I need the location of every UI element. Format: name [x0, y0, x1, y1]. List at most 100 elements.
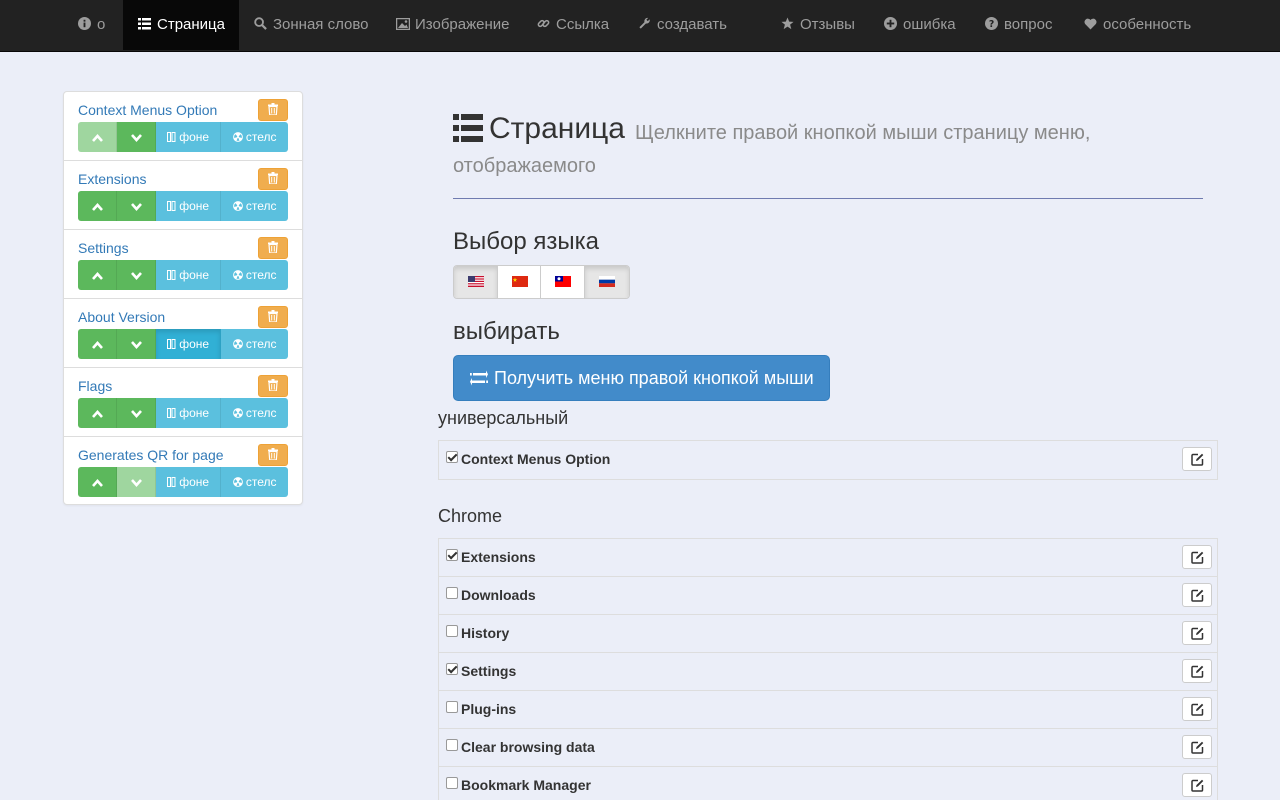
- edit-button[interactable]: [1182, 447, 1212, 471]
- nav-item-question[interactable]: ? вопрос: [985, 0, 1052, 50]
- nav-item-keyword[interactable]: Зонная слово: [254, 0, 369, 50]
- trash-icon: [268, 103, 278, 116]
- nav-label: создавать: [657, 16, 727, 33]
- item-actions: фоне стелс: [78, 191, 288, 221]
- cn-flag-icon: [511, 276, 528, 287]
- lang-zh-tw-button[interactable]: [541, 266, 585, 298]
- stealth-label: стелс: [245, 130, 277, 144]
- option-checkbox[interactable]: [446, 777, 458, 789]
- delete-item-button[interactable]: [258, 375, 288, 397]
- wrench-icon: [638, 0, 650, 50]
- nav-item-bug[interactable]: ошибка: [884, 0, 956, 50]
- question-icon: ?: [985, 0, 998, 50]
- item-actions: фоне стелс: [78, 122, 288, 152]
- lang-en-button[interactable]: [454, 266, 498, 298]
- delete-item-button[interactable]: [258, 99, 288, 121]
- edit-button[interactable]: [1182, 621, 1212, 645]
- background-label: фоне: [179, 130, 210, 144]
- trash-icon: [268, 448, 278, 461]
- radiation-icon: [232, 130, 243, 144]
- background-button[interactable]: фоне: [156, 467, 221, 497]
- get-context-menu-button[interactable]: Получить меню правой кнопкой мыши: [453, 355, 830, 401]
- menu-item-title[interactable]: Generates QR for page: [78, 447, 224, 463]
- menu-item-title[interactable]: Context Menus Option: [78, 102, 217, 118]
- option-checkbox[interactable]: [446, 625, 458, 637]
- background-button[interactable]: фоне: [156, 191, 221, 221]
- stealth-button[interactable]: стелс: [221, 191, 288, 221]
- page-subtitle-continued: отображаемого: [453, 155, 596, 177]
- background-icon: [166, 199, 176, 213]
- background-button[interactable]: фоне: [156, 398, 221, 428]
- edit-button[interactable]: [1182, 583, 1212, 607]
- nav-item-create[interactable]: создавать: [638, 0, 727, 50]
- top-navbar: о Страница Зонная слово Изображение Ссыл…: [0, 0, 1280, 52]
- menu-order-item: Flags фоне стелс: [64, 368, 302, 437]
- nav-item-reviews[interactable]: Отзывы: [781, 0, 855, 50]
- delete-item-button[interactable]: [258, 306, 288, 328]
- menu-order-item: Settings фоне стелс: [64, 230, 302, 299]
- move-up-button[interactable]: [78, 329, 117, 359]
- delete-item-button[interactable]: [258, 444, 288, 466]
- menu-item-title[interactable]: Extensions: [78, 171, 146, 187]
- svg-text:?: ?: [989, 19, 994, 30]
- link-icon: [537, 0, 550, 50]
- stealth-button[interactable]: стелс: [221, 260, 288, 290]
- move-down-button[interactable]: [117, 467, 156, 497]
- option-checkbox[interactable]: [446, 549, 458, 561]
- nav-item-page[interactable]: Страница: [123, 0, 239, 50]
- edit-button[interactable]: [1182, 659, 1212, 683]
- us-flag-icon: [468, 276, 484, 287]
- option-checkbox[interactable]: [446, 701, 458, 713]
- move-down-button[interactable]: [117, 260, 156, 290]
- option-checkbox[interactable]: [446, 663, 458, 675]
- nav-label: ошибка: [903, 16, 956, 33]
- menu-option-row: Settings: [439, 653, 1217, 691]
- move-up-button[interactable]: [78, 398, 117, 428]
- move-up-button[interactable]: [78, 260, 117, 290]
- stealth-button[interactable]: стелс: [221, 467, 288, 497]
- stealth-button[interactable]: стелс: [221, 329, 288, 359]
- lang-ru-button[interactable]: [584, 266, 629, 298]
- menu-item-title[interactable]: About Version: [78, 309, 165, 325]
- delete-item-button[interactable]: [258, 237, 288, 259]
- edit-button[interactable]: [1182, 773, 1212, 797]
- nav-item-image[interactable]: Изображение: [395, 0, 510, 50]
- option-label: Downloads: [461, 587, 536, 603]
- nav-item-link[interactable]: Ссылка: [537, 0, 609, 50]
- stealth-button[interactable]: стелс: [221, 122, 288, 152]
- move-down-button[interactable]: [117, 329, 156, 359]
- move-down-button[interactable]: [117, 191, 156, 221]
- lang-zh-cn-button[interactable]: [497, 266, 541, 298]
- option-checkbox[interactable]: [446, 587, 458, 599]
- background-button[interactable]: фоне: [156, 329, 221, 359]
- menu-item-title[interactable]: Flags: [78, 378, 112, 394]
- move-up-button[interactable]: [78, 467, 117, 497]
- move-up-button[interactable]: [78, 191, 117, 221]
- background-button[interactable]: фоне: [156, 122, 221, 152]
- menu-order-item: Extensions фоне стелс: [64, 161, 302, 230]
- option-label: Extensions: [461, 549, 536, 565]
- move-down-button[interactable]: [117, 122, 156, 152]
- edit-button[interactable]: [1182, 697, 1212, 721]
- nav-label: Ссылка: [556, 16, 610, 33]
- option-checkbox[interactable]: [446, 451, 458, 463]
- move-up-button[interactable]: [78, 122, 117, 152]
- option-checkbox[interactable]: [446, 739, 458, 751]
- nav-item-feature[interactable]: особенность: [1084, 0, 1191, 50]
- stealth-button[interactable]: стелс: [221, 398, 288, 428]
- edit-button[interactable]: [1182, 735, 1212, 759]
- item-actions: фоне стелс: [78, 467, 288, 497]
- delete-item-button[interactable]: [258, 168, 288, 190]
- nav-label: Страница: [157, 16, 225, 33]
- chevron-up-icon: [91, 406, 103, 420]
- chevron-down-icon: [130, 130, 142, 144]
- edit-button[interactable]: [1182, 545, 1212, 569]
- chevron-up-icon: [91, 475, 103, 489]
- background-button[interactable]: фоне: [156, 260, 221, 290]
- menu-option-list: Context Menus Option: [438, 440, 1218, 480]
- heart-icon: [1084, 0, 1097, 50]
- option-label: History: [461, 625, 510, 641]
- nav-item-about[interactable]: о: [78, 0, 105, 50]
- menu-item-title[interactable]: Settings: [78, 240, 129, 256]
- move-down-button[interactable]: [117, 398, 156, 428]
